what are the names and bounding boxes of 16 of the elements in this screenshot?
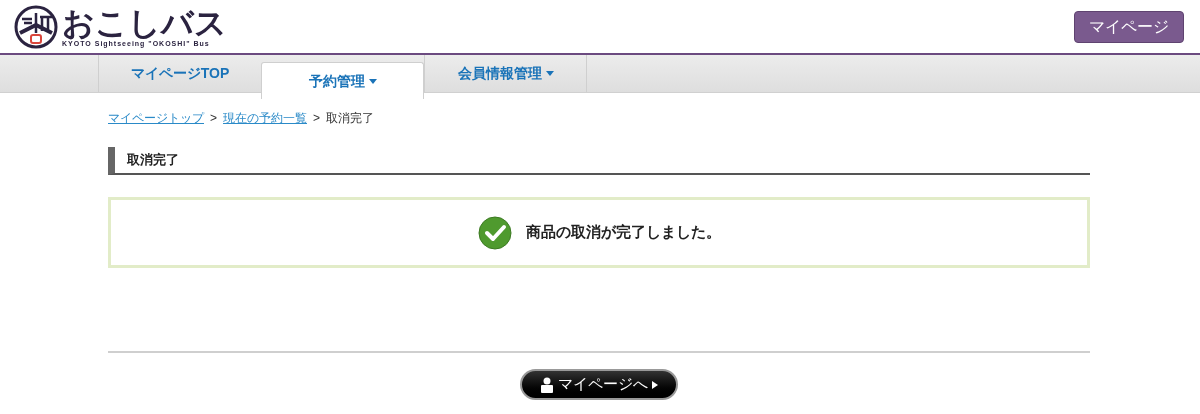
logo-title: おこしバス	[62, 6, 227, 40]
breadcrumb-current: 取消完了	[326, 110, 375, 127]
breadcrumb-link[interactable]: 現在の予約一覧	[223, 109, 307, 127]
nav-tab[interactable]: 予約管理	[261, 62, 424, 99]
arrow-right-icon	[652, 380, 658, 389]
nav-tab[interactable]: 会員情報管理	[424, 55, 587, 92]
check-icon	[477, 215, 512, 250]
person-icon	[540, 376, 554, 393]
breadcrumb-link[interactable]: マイページトップ	[108, 109, 204, 127]
success-message: 商品の取消が完了しました。	[525, 222, 721, 243]
breadcrumb-separator: >	[313, 110, 321, 127]
logo-icon	[14, 4, 58, 49]
mypage-button[interactable]: マイページ	[1074, 10, 1184, 43]
section-heading: 取消完了	[127, 151, 179, 170]
mypage-link-button[interactable]: マイページへ	[520, 369, 678, 400]
breadcrumb-separator: >	[210, 110, 217, 127]
